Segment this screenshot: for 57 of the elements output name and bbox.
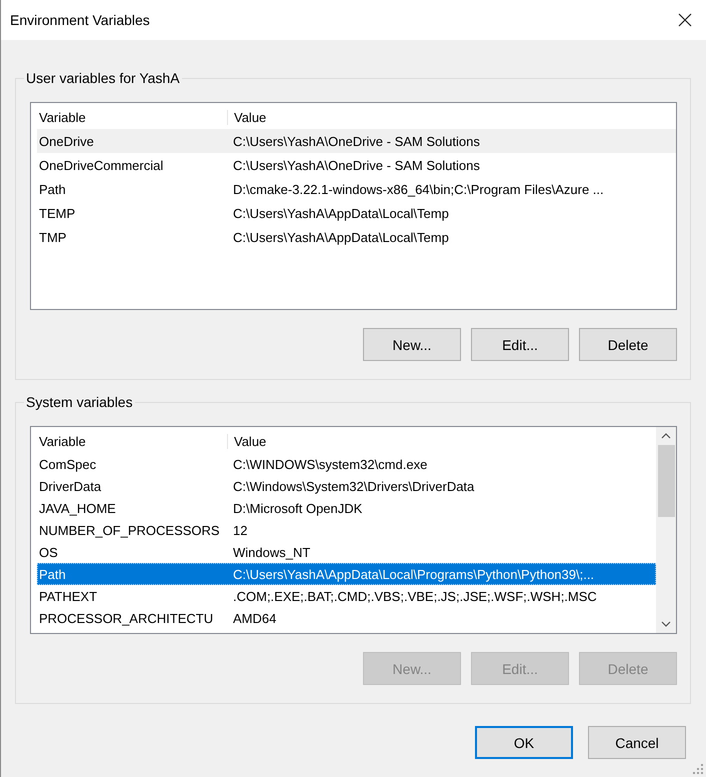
variable-value: C:\Users\YashA\OneDrive - SAM Solutions xyxy=(232,134,480,148)
dialog-button[interactable]: Cancel xyxy=(588,726,686,759)
variable-value: C:\Users\YashA\OneDrive - SAM Solutions xyxy=(232,158,480,172)
scroll-up-icon[interactable] xyxy=(661,433,671,439)
column-header[interactable]: Value xyxy=(228,110,266,124)
variable-name: Path xyxy=(38,566,67,582)
variable-name: OneDrive xyxy=(38,134,95,148)
action-button[interactable]: Delete xyxy=(579,328,677,361)
list-row[interactable]: NUMBER_OF_PROCESSORS 12 xyxy=(37,519,656,541)
variable-name: Path xyxy=(38,182,67,196)
scroll-down-icon[interactable] xyxy=(661,621,671,627)
variable-name: OS xyxy=(38,544,59,560)
variable-value: D:\cmake-3.22.1-windows-x86_64\bin;C:\Program Files\Azure ... xyxy=(232,182,604,196)
dialog-button[interactable]: OK xyxy=(475,726,573,759)
scrollbar-thumb[interactable] xyxy=(658,445,674,517)
window-title: Environment Variables xyxy=(10,12,150,28)
variable-value: C:\Windows\System32\Drivers\DriverData xyxy=(232,478,474,494)
variable-name: DriverData xyxy=(38,478,102,494)
variable-value: 12 xyxy=(232,522,248,538)
scrollbar[interactable] xyxy=(656,427,676,633)
variable-name: OneDriveCommercial xyxy=(38,158,164,172)
variable-value: D:\Microsoft OpenJDK xyxy=(232,500,362,516)
list-row[interactable]: PATHEXT .COM;.EXE;.BAT;.CMD;.VBS;.VBE;.JS;.JSE;.WSF;.WSH;.MSC xyxy=(37,585,656,607)
variables-list[interactable] xyxy=(30,102,677,310)
variable-name: PATHEXT xyxy=(38,588,98,604)
list-row[interactable]: DriverData C:\Windows\System32\Drivers\DriverData xyxy=(37,475,656,497)
variable-name: TEMP xyxy=(38,206,76,220)
list-row[interactable]: PROCESSOR_ARCHITECTU AMD64 xyxy=(37,607,656,629)
list-row[interactable]: JAVA_HOME D:\Microsoft OpenJDK xyxy=(37,497,656,519)
column-header[interactable]: Value xyxy=(228,434,266,448)
variable-value: AMD64 xyxy=(232,610,276,626)
variable-name: PROCESSOR_ARCHITECTU xyxy=(38,610,214,626)
list-row[interactable]: TMP C:\Users\YashA\AppData\Local\Temp xyxy=(37,225,676,249)
list-row[interactable]: TEMP C:\Users\YashA\AppData\Local\Temp xyxy=(37,201,676,225)
column-header[interactable]: Variable xyxy=(37,110,228,124)
close-icon[interactable] xyxy=(678,13,692,27)
variable-name: NUMBER_OF_PROCESSORS xyxy=(38,522,221,538)
variable-name: JAVA_HOME xyxy=(38,500,117,516)
list-row[interactable]: OneDrive C:\Users\YashA\OneDrive - SAM Solutions xyxy=(37,129,676,153)
action-button[interactable]: Edit... xyxy=(471,328,569,361)
variable-value: C:\Users\YashA\AppData\Local\Temp xyxy=(232,206,449,220)
list-row[interactable]: OneDriveCommercial C:\Users\YashA\OneDrive - SAM Solutions xyxy=(37,153,676,177)
list-row[interactable]: Path C:\Users\YashA\AppData\Local\Programs\Python\Python39\;... xyxy=(37,563,656,585)
list-row[interactable]: OS Windows_NT xyxy=(37,541,656,563)
variable-value: C:\Users\YashA\AppData\Local\Programs\Python\Python39\;... xyxy=(232,566,594,582)
variable-value: .COM;.EXE;.BAT;.CMD;.VBS;.VBE;.JS;.JSE;.WSF;.WSH;.MSC xyxy=(232,588,597,604)
resize-grip-icon[interactable] xyxy=(693,764,703,774)
variable-value: C:\Users\YashA\AppData\Local\Temp xyxy=(232,230,449,244)
variable-name: TMP xyxy=(38,230,68,244)
variable-value: C:\WINDOWS\system32\cmd.exe xyxy=(232,456,428,472)
list-row[interactable]: ComSpec C:\WINDOWS\system32\cmd.exe xyxy=(37,453,656,475)
list-row[interactable]: Path D:\cmake-3.22.1-windows-x86_64\bin;C:\Program Files\Azure ... xyxy=(37,177,676,201)
variables-list[interactable] xyxy=(30,426,677,634)
variable-value: Windows_NT xyxy=(232,544,310,560)
variable-name: ComSpec xyxy=(38,456,98,472)
action-button[interactable]: New... xyxy=(363,328,461,361)
column-header[interactable]: Variable xyxy=(37,434,228,448)
